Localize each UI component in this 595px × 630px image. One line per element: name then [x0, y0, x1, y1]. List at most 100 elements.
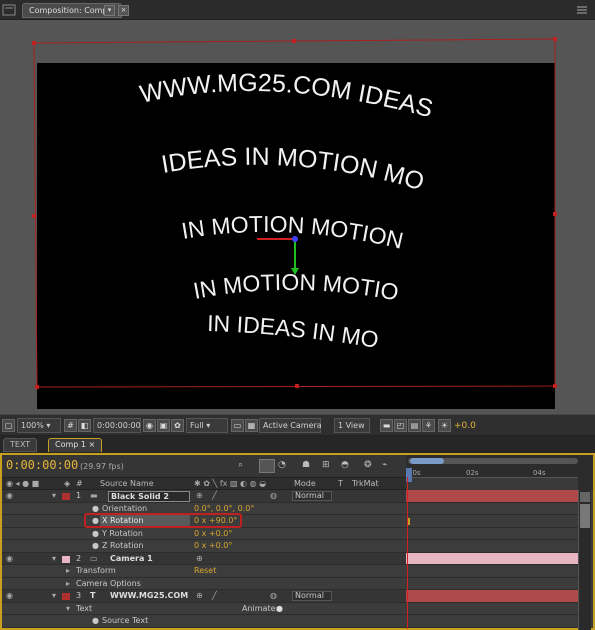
- composition-viewer[interactable]: WWW.MG25.COM IDEAS IN MOTION IDEAS IN MO…: [0, 20, 595, 414]
- timeline-icon[interactable]: ▤: [408, 419, 421, 432]
- zoom-dropdown[interactable]: 100% ▾: [17, 418, 61, 433]
- shy-icon[interactable]: ☗: [302, 460, 310, 470]
- fast-previews-icon[interactable]: ◰: [394, 419, 407, 432]
- reset-link[interactable]: Reset: [194, 565, 216, 577]
- edge-handle[interactable]: [295, 384, 299, 388]
- shy-switch-icon[interactable]: ⊕: [196, 590, 203, 602]
- col-source-name[interactable]: Source Name: [100, 479, 154, 488]
- eye-icon[interactable]: ◉: [6, 590, 13, 602]
- shy-switch-icon[interactable]: ⊕: [196, 490, 203, 502]
- timeline-timecode[interactable]: 0:00:00:00: [6, 458, 78, 472]
- corner-handle[interactable]: [35, 385, 39, 389]
- group-row-transform[interactable]: ▸ Transform Reset: [2, 565, 406, 578]
- track-bar-layer-1[interactable]: [406, 490, 578, 503]
- quality-switch-icon[interactable]: ╱: [212, 590, 217, 602]
- group-row-text[interactable]: ▾ Text Animate: ●: [2, 602, 406, 615]
- current-time-field[interactable]: 0:00:00:00: [93, 418, 141, 433]
- twirl-open-icon[interactable]: ▾: [52, 553, 56, 565]
- transparency-grid-icon[interactable]: ▦: [245, 419, 258, 432]
- edge-handle[interactable]: [32, 214, 36, 218]
- tab-comp-1[interactable]: Comp 1 ×: [48, 438, 103, 452]
- motion-blur-icon[interactable]: ◓: [341, 460, 349, 470]
- twirl-open-icon[interactable]: ▾: [52, 590, 56, 602]
- 3d-layer-icon[interactable]: ◍: [270, 590, 277, 602]
- mode-dropdown[interactable]: Normal: [292, 591, 332, 601]
- track-bar-layer-3[interactable]: [406, 590, 578, 603]
- tab-text[interactable]: TEXT: [3, 438, 38, 452]
- comp-mini-flowchart-icon[interactable]: [259, 459, 275, 473]
- layer-row-camera-1[interactable]: ◉ ▾ 2 ▭ Camera 1 ⊕: [2, 552, 406, 565]
- time-ruler[interactable]: 00s 02s 04s: [406, 455, 593, 490]
- exposure-value[interactable]: +0.0: [454, 421, 476, 431]
- camera-snapshot-icon[interactable]: ◉: [143, 419, 156, 432]
- track-row: [406, 540, 578, 553]
- corner-handle[interactable]: [32, 41, 36, 45]
- prop-row-y-rotation[interactable]: ● Y Rotation 0 x +0.0°: [2, 527, 406, 540]
- graph-editor-icon[interactable]: ⌁: [382, 460, 387, 470]
- frame-blending-icon[interactable]: ⊞: [322, 460, 330, 470]
- tab-dropdown-icon[interactable]: ▾: [104, 5, 115, 16]
- layer-row-www-mg25[interactable]: ◉ ▾ 3 T WWW.MG25.COM ⊕ ╱ ◍ Normal: [2, 590, 406, 603]
- prop-row-source-text[interactable]: ● Source Text: [2, 615, 406, 628]
- prop-row-z-rotation[interactable]: ● Z Rotation 0 x +0.0°: [2, 540, 406, 553]
- exposure-icon[interactable]: ☀: [438, 419, 451, 432]
- quality-switch-icon[interactable]: ╱: [212, 490, 217, 502]
- animate-menu-icon[interactable]: ●: [276, 603, 283, 615]
- corner-handle[interactable]: [553, 384, 557, 388]
- playhead-line[interactable]: [407, 477, 408, 629]
- snapshot-icon[interactable]: ◧: [78, 419, 91, 432]
- region-of-interest-icon[interactable]: ▭: [231, 419, 244, 432]
- eye-icon[interactable]: ◉: [6, 490, 13, 502]
- twirl-closed-icon[interactable]: ▸: [66, 565, 70, 577]
- layer-name[interactable]: WWW.MG25.COM: [110, 590, 188, 602]
- show-snapshot-icon[interactable]: ▣: [157, 419, 170, 432]
- solid-icon: ▬: [90, 491, 98, 500]
- stopwatch-icon[interactable]: ●: [92, 540, 99, 552]
- edge-handle[interactable]: [292, 39, 296, 43]
- group-row-camera-options[interactable]: ▸ Camera Options: [2, 577, 406, 590]
- track-bar-layer-2[interactable]: [406, 552, 578, 565]
- safe-zones-icon[interactable]: #: [64, 419, 77, 432]
- stopwatch-icon[interactable]: ●: [92, 615, 99, 627]
- 3d-layer-icon[interactable]: ◍: [270, 490, 277, 502]
- track-row: [406, 577, 578, 590]
- view-layout-dropdown[interactable]: 1 View: [334, 418, 370, 433]
- panel-options-icon[interactable]: [575, 4, 589, 16]
- shy-switch-icon[interactable]: ⊕: [196, 553, 203, 565]
- flowchart-icon[interactable]: ⚘: [422, 419, 435, 432]
- prop-row-x-rotation[interactable]: ● X Rotation 0 x +90.0°: [2, 513, 406, 528]
- channel-icon[interactable]: ✿: [171, 419, 184, 432]
- eye-icon[interactable]: ◉: [6, 553, 13, 565]
- stopwatch-icon[interactable]: ●: [92, 528, 99, 540]
- prop-value[interactable]: 0 x +0.0°: [194, 528, 232, 540]
- corner-handle[interactable]: [553, 37, 557, 41]
- brainstorm-icon[interactable]: ❂: [364, 460, 372, 470]
- twirl-open-icon[interactable]: ▾: [52, 490, 56, 502]
- layer-row-black-solid-2[interactable]: ◉ ▾ 1 ▬ Black Solid 2 ⊕ ╱ ◍ Normal: [2, 490, 406, 503]
- layer-name-field[interactable]: Black Solid 2: [108, 491, 190, 502]
- scroll-thumb[interactable]: [580, 504, 590, 528]
- mode-dropdown[interactable]: Normal: [292, 491, 332, 501]
- twirl-open-icon[interactable]: ▾: [66, 603, 70, 615]
- camera-dropdown[interactable]: Active Camera: [259, 418, 322, 433]
- panel-menu-icon[interactable]: [2, 4, 16, 16]
- work-area-bar[interactable]: [406, 477, 578, 490]
- tab-close-icon[interactable]: ×: [118, 5, 129, 16]
- draft-3d-icon[interactable]: ◔: [278, 460, 292, 472]
- resolution-dropdown[interactable]: Full ▾: [186, 418, 228, 433]
- scroll-up-icon[interactable]: [580, 492, 590, 502]
- comp-tab-bar: Composition: Comp 1 ▾ ×: [0, 0, 595, 20]
- always-preview-icon[interactable]: ▢: [2, 419, 15, 432]
- label-color-swatch[interactable]: [62, 593, 70, 600]
- label-color-swatch[interactable]: [62, 555, 70, 563]
- toggle-pixel-aspect-icon[interactable]: ▬: [380, 419, 393, 432]
- timeline-scrollbar[interactable]: [578, 490, 591, 630]
- navigator-range[interactable]: [410, 458, 444, 464]
- layer-name[interactable]: Camera 1: [110, 553, 153, 565]
- search-icon[interactable]: ⌕: [238, 460, 250, 472]
- edge-handle[interactable]: [553, 212, 557, 216]
- label-color-swatch[interactable]: [62, 493, 70, 500]
- twirl-closed-icon[interactable]: ▸: [66, 578, 70, 590]
- prop-value[interactable]: 0 x +0.0°: [194, 540, 232, 552]
- zoom-value: 100%: [21, 421, 44, 430]
